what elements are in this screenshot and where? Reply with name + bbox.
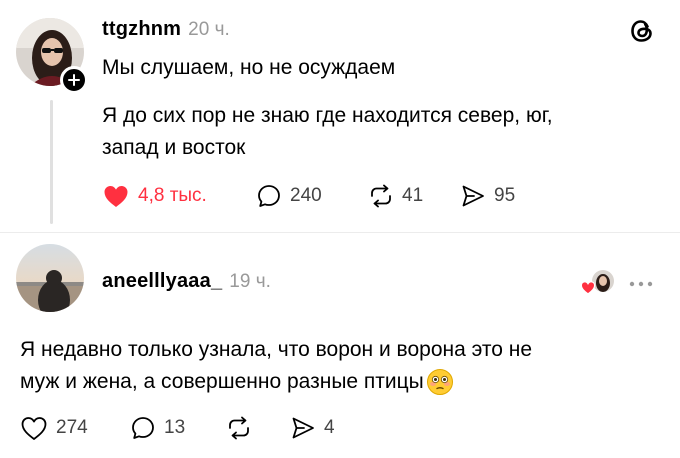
- more-dots-icon: [629, 281, 653, 287]
- heart-filled-icon: [580, 281, 596, 295]
- post-text-line-2: Я до сих пор не знаю где находится север…: [102, 104, 553, 127]
- share-button[interactable]: 95: [460, 182, 515, 210]
- reply-repost-button[interactable]: [226, 414, 260, 442]
- thread-line: [50, 100, 53, 224]
- repost-count: 41: [402, 185, 424, 206]
- speech-bubble-icon: [258, 185, 280, 207]
- threads-logo-icon: [628, 17, 656, 45]
- like-button[interactable]: 4,8 тыс.: [102, 182, 207, 210]
- post-text-line-1: Мы слушаем, но не осуждаем: [102, 56, 396, 79]
- follow-button[interactable]: [60, 66, 88, 94]
- more-options-button[interactable]: [628, 276, 654, 287]
- reply-like-button[interactable]: 274: [20, 414, 88, 442]
- reply-username[interactable]: aneelllyaaa_: [102, 270, 222, 293]
- reply-share-button[interactable]: 4: [290, 414, 335, 442]
- send-icon: [462, 185, 484, 207]
- reply-like-count: 274: [56, 417, 88, 438]
- reply-comment-button[interactable]: 13: [130, 414, 185, 442]
- heart-filled-icon: [104, 186, 128, 207]
- send-icon: [292, 417, 314, 439]
- share-count: 95: [494, 185, 516, 206]
- divider: [0, 232, 680, 233]
- reply-text-line-1: Я недавно только узнала, что ворон и вор…: [20, 338, 533, 361]
- speech-bubble-icon: [132, 417, 154, 439]
- repost-icon: [371, 184, 391, 208]
- reply-time[interactable]: 19 ч.: [229, 271, 271, 293]
- reply-text-line-2: муж и жена, а совершенно разные птицы: [20, 370, 424, 393]
- comment-count: 240: [290, 185, 322, 206]
- reply-comment-count: 13: [164, 417, 186, 438]
- reply-avatar[interactable]: [16, 244, 84, 312]
- post-time[interactable]: 20 ч.: [188, 19, 230, 41]
- post-username[interactable]: ttgzhnm: [102, 18, 181, 41]
- like-count: 4,8 тыс.: [138, 185, 207, 206]
- repost-button[interactable]: 41: [368, 182, 423, 210]
- comment-button[interactable]: 240: [256, 182, 322, 210]
- reply-share-count: 4: [324, 417, 335, 438]
- flushed-face-emoji: [426, 369, 453, 395]
- plus-icon: [68, 74, 80, 86]
- repost-icon: [229, 416, 249, 440]
- post-text-line-3: запад и восток: [102, 136, 246, 159]
- heart-outline-icon: [21, 417, 47, 440]
- author-liked-indicator: [578, 268, 618, 296]
